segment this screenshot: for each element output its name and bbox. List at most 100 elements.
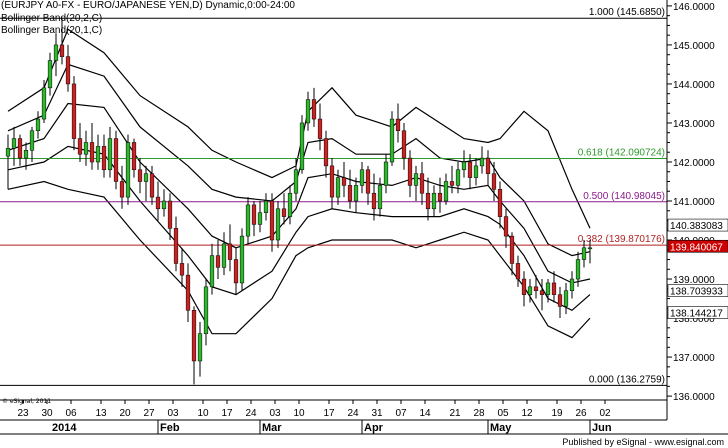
candle-body [257,212,263,225]
time-tick-label: 05 [497,408,509,419]
candle-body [413,173,419,186]
candle-body [275,208,281,241]
price-tick-label: 142.0000 [673,158,715,169]
time-tick-label: 26 [575,408,587,419]
time-tick-label: 24 [245,408,257,419]
fib-level-label: 0.618 (142.090724) [578,147,665,158]
candle-body [551,282,557,295]
candle-body [299,122,305,171]
candle-body [167,200,173,229]
candle-body [473,165,479,178]
candle-body [41,87,47,120]
candle-body [65,56,71,85]
candle-body [581,247,587,260]
candle-body [89,142,95,163]
candle-body [101,146,107,171]
copyright-text: © eSignal, 2011 [2,398,52,405]
candle-body [467,161,473,178]
candle-body [71,83,77,139]
time-tick-label: 12 [521,408,533,419]
candle-body [323,138,329,167]
candle-body [17,138,23,159]
candle-body [401,130,407,159]
candle-body [455,169,461,186]
fib-level-label: 1.000 (145.6850) [589,7,665,18]
candle-body [35,118,41,132]
bollinger-middle [7,102,591,284]
bollinger-outer-upper [7,28,591,229]
candle-body [443,181,449,202]
candle-body [575,259,581,280]
candle-body [479,157,485,167]
candle-body [425,192,431,210]
candle-body [161,200,167,210]
time-tick-label: 17 [323,408,335,419]
time-tick-label: 19 [551,408,563,419]
candle-body [107,138,113,171]
candle-body [317,118,323,139]
candle-body [5,148,11,157]
candle-body [497,189,503,217]
candle-body [83,142,89,155]
band-value-label: 138.144217 [670,308,723,319]
candle-body [29,130,35,151]
month-label: 2014 [52,422,77,434]
band-value-label: 140.383083 [670,221,723,232]
time-tick-label: 03 [269,408,281,419]
candle-body [23,150,29,159]
candle-body [209,255,215,288]
time-tick-label: 24 [347,408,359,419]
candle-body [233,259,239,284]
candle-body [227,243,233,260]
candle-body [191,310,197,362]
chart-title: (EURJPY A0-FX - EURO/JAPANESE YEN,D) Dyn… [1,0,295,11]
time-tick-label: 06 [65,408,77,419]
fib-level-label: 0.382 (139.870176) [578,234,665,245]
price-tick-label: 146.0000 [673,2,715,13]
time-tick-label: 10 [293,408,305,419]
candle-body [557,294,563,307]
candle-body [221,243,227,268]
candle-body [329,165,335,198]
price-tick-label: 136.0000 [673,392,715,403]
candle-body [587,247,593,250]
candle-body [155,196,161,210]
last-price-label: 139.840067 [670,242,723,253]
candle-body [569,278,575,291]
candle-body [215,255,221,268]
candle-body [491,173,497,190]
price-chart[interactable]: 1.000 (145.6850) 0.618 (142.090724) 0.500 … [0,0,728,448]
candle-body [563,290,569,307]
candle-body [377,185,383,210]
candle-body [203,286,209,334]
candle-body [365,169,371,194]
time-tick-label: 21 [449,408,461,419]
month-label: Apr [364,422,384,434]
candle-body [131,142,137,171]
price-tick-label: 143.0000 [673,119,715,130]
candle-body [245,204,251,237]
bollinger-bands [7,28,591,339]
price-tick-label: 137.0000 [673,353,715,364]
candle-body [293,169,299,194]
candle-body [263,200,269,213]
candle-body [119,181,125,198]
month-label: May [490,422,512,434]
candle-body [53,44,59,61]
axes: 136.0000137.0000138.0000139.0000140.0000… [0,0,728,435]
candle-body [197,333,203,362]
candle-body [125,142,131,198]
candle-body [137,169,143,182]
candle-body [281,208,287,217]
time-tick-label: 31 [371,408,383,419]
time-tick-label: 10 [197,408,209,419]
time-tick-label: 27 [143,408,155,419]
time-tick-label: 02 [599,408,611,419]
bollinger-inner-upper [7,63,591,257]
candle-body [359,169,365,186]
candle-body [383,161,389,186]
candle-body [431,192,437,210]
candle-body [407,157,413,186]
indicator-label-bb1: Bollinger Band(20,1,C) [1,25,103,36]
candle-body [545,282,551,295]
